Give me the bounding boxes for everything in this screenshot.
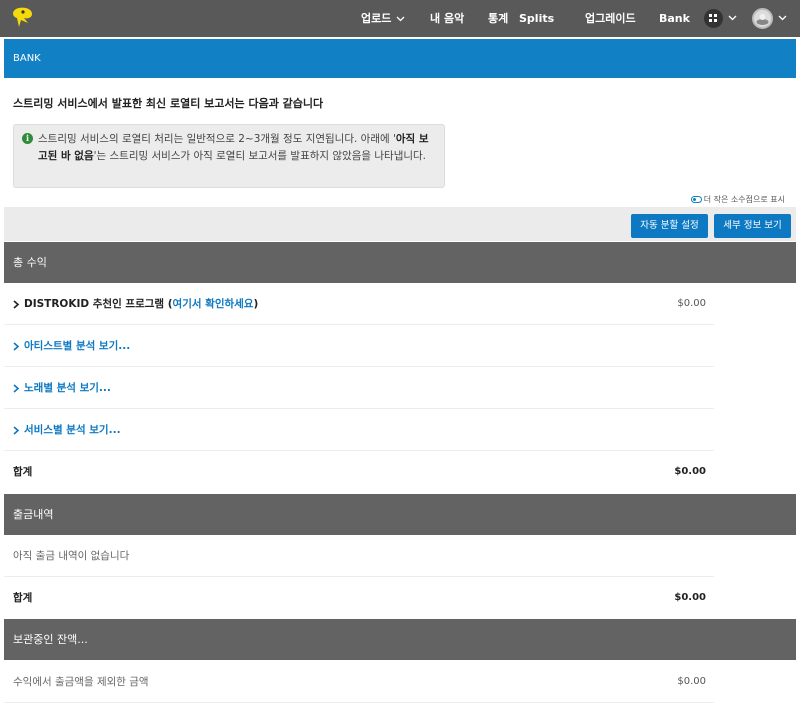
nav-my-music[interactable]: 내 음악 xyxy=(430,0,464,37)
artist-breakdown-link[interactable]: 아티스트별 분석 보기... xyxy=(13,325,130,367)
toggle-icon xyxy=(690,196,702,203)
withdrawals-empty: 아직 출금 내역이 없습니다 xyxy=(13,550,130,562)
chevron-right-icon xyxy=(13,383,20,393)
nav-bank[interactable]: Bank xyxy=(659,0,690,37)
nav-upgrade[interactable]: 업그레이드 xyxy=(585,0,636,37)
avatar[interactable] xyxy=(752,8,773,29)
chevron-right-icon xyxy=(13,341,20,351)
info-box: i 스트리밍 서비스의 로열티 처리는 일반적으로 2~3개월 정도 지연됩니다… xyxy=(13,124,445,188)
service-breakdown-label: 서비스별 분석 보기... xyxy=(24,424,121,436)
total-row: 합계 $0.00 xyxy=(4,451,714,493)
nav-upload[interactable]: 업로드 xyxy=(361,0,405,37)
song-breakdown-label: 노래별 분석 보기... xyxy=(24,382,111,394)
action-bar: 자동 분할 설정 세부 정보 보기 xyxy=(4,207,796,241)
auto-split-button[interactable]: 자동 분할 설정 xyxy=(631,214,708,238)
logo-icon[interactable] xyxy=(10,5,36,31)
balance-label: 수익에서 출금액을 제외한 금액 xyxy=(13,676,149,688)
bank-bar: BANK xyxy=(4,39,796,78)
referral-row-label: DISTROKID 추천인 프로그램 (여기서 확인하세요) xyxy=(13,283,258,325)
referral-label: DISTROKID 추천인 프로그램 xyxy=(24,298,165,310)
balance-value: $0.00 xyxy=(677,676,706,687)
section-withdrawals: 출금내역 xyxy=(4,494,796,535)
avatar-face-icon xyxy=(756,14,769,25)
list-item: 수익에서 출금액을 제외한 금액 $0.00 xyxy=(4,661,714,703)
list-item: 아직 출금 내역이 없습니다 xyxy=(4,535,714,577)
section-balance: 보관중인 잔액... xyxy=(4,619,796,660)
nav-upload-label: 업로드 xyxy=(361,12,392,25)
chevron-down-icon[interactable] xyxy=(778,15,787,21)
section-total-earnings: 총 수익 xyxy=(4,242,796,283)
withdrawals-total-value: $0.00 xyxy=(674,592,706,603)
list-item[interactable]: 노래별 분석 보기... xyxy=(4,367,714,409)
info-text-2: '는 스트리밍 서비스가 아직 로열티 보고서를 발표하지 않았음을 나타냅니다… xyxy=(93,150,427,162)
nav-splits[interactable]: Splits xyxy=(519,0,554,37)
service-breakdown-link[interactable]: 서비스별 분석 보기... xyxy=(13,409,121,451)
page-title: 스트리밍 서비스에서 발표한 최신 로열티 보고서는 다음과 같습니다 xyxy=(13,97,324,110)
withdrawals-total-row: 합계 $0.00 xyxy=(4,577,714,619)
view-details-button[interactable]: 세부 정보 보기 xyxy=(714,214,791,238)
top-nav: 업로드 내 음악 통계 Splits 업그레이드 Bank xyxy=(0,0,800,37)
list-item[interactable]: DISTROKID 추천인 프로그램 (여기서 확인하세요) $0.00 xyxy=(4,283,714,325)
list-item[interactable]: 서비스별 분석 보기... xyxy=(4,409,714,451)
withdrawals-total-label: 합계 xyxy=(13,592,33,604)
artist-breakdown-label: 아티스트별 분석 보기... xyxy=(24,340,131,352)
list-item[interactable]: 아티스트별 분석 보기... xyxy=(4,325,714,367)
referral-value: $0.00 xyxy=(677,298,706,309)
referral-link[interactable]: 여기서 확인하세요 xyxy=(173,298,254,310)
decimals-toggle-label: 더 작은 소수점으로 표시 xyxy=(703,195,785,204)
chevron-down-icon[interactable] xyxy=(728,15,737,21)
apps-grid-icon[interactable] xyxy=(704,9,723,28)
total-value: $0.00 xyxy=(674,466,706,477)
info-text-1: 스트리밍 서비스의 로열티 처리는 일반적으로 2~3개월 정도 지연됩니다. … xyxy=(38,133,396,145)
info-icon: i xyxy=(22,133,33,144)
song-breakdown-link[interactable]: 노래별 분석 보기... xyxy=(13,367,111,409)
nav-stats[interactable]: 통계 xyxy=(488,0,508,37)
chevron-down-icon xyxy=(396,16,405,22)
decimals-toggle[interactable]: 더 작은 소수점으로 표시 xyxy=(690,194,785,205)
chevron-right-icon xyxy=(13,425,20,435)
chevron-right-icon xyxy=(13,299,20,309)
total-label: 합계 xyxy=(13,466,33,478)
